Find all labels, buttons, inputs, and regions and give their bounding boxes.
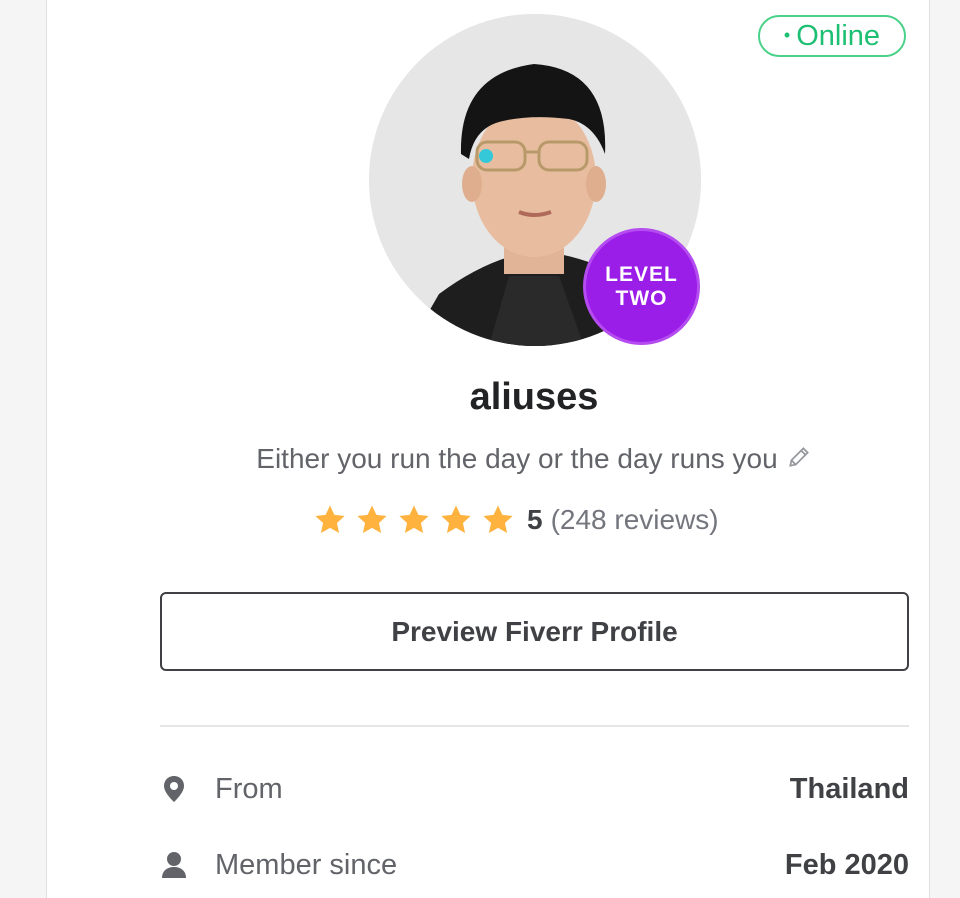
from-value: Thailand [789, 772, 909, 805]
star-icon [357, 505, 387, 534]
user-icon [160, 851, 188, 879]
star-icon [483, 505, 513, 534]
review-count[interactable]: (248 reviews) [551, 504, 719, 536]
member-since-label: Member since [215, 848, 398, 881]
seller-level-badge: LEVEL TWO [583, 228, 700, 345]
pencil-icon[interactable] [786, 444, 812, 477]
online-status-badge: • Online [758, 15, 906, 57]
star-icon [399, 505, 429, 534]
rating-score: 5 [527, 504, 543, 535]
member-since-value: Feb 2020 [784, 848, 909, 881]
profile-card: • Online LEVEL TWO aliuses Either you ru… [46, 0, 930, 898]
star-icon [315, 505, 345, 534]
tagline-container: Either you run the day or the day runs y… [47, 443, 960, 477]
level-badge-line1: LEVEL [605, 262, 678, 286]
online-dot-icon: • [783, 25, 791, 45]
info-row-from: From Thailand [160, 769, 909, 809]
location-pin-icon [160, 775, 188, 803]
level-badge-line2: TWO [615, 286, 668, 310]
divider [160, 725, 909, 727]
online-status-label: Online [796, 19, 881, 52]
star-icon [441, 505, 471, 534]
from-label: From [215, 772, 283, 805]
avatar-container: LEVEL TWO [369, 14, 701, 346]
preview-profile-button[interactable]: Preview Fiverr Profile [160, 592, 909, 671]
tagline-text: Either you run the day or the day runs y… [256, 443, 778, 474]
rating-row: 5 (248 reviews) [313, 500, 719, 540]
info-row-member-since: Member since Feb 2020 [160, 845, 909, 885]
username: aliuses [469, 376, 599, 418]
